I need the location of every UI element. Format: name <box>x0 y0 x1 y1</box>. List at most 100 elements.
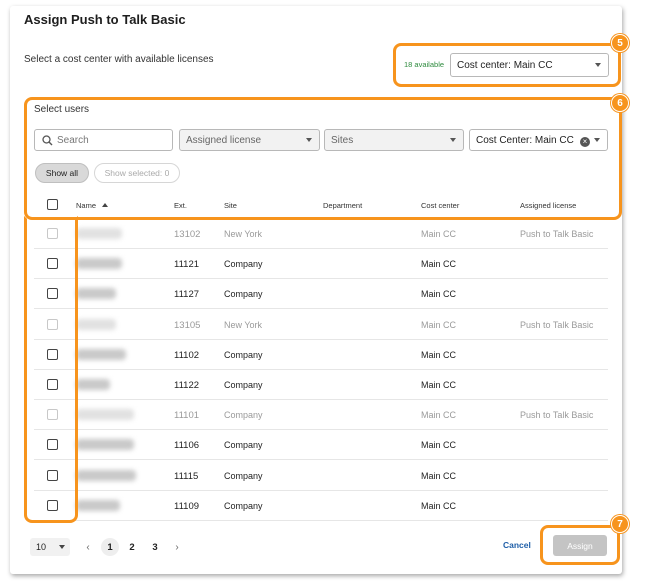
cell-cost-center: Main CC <box>421 319 457 330</box>
table-row[interactable]: 13105 New York Main CC Push to Talk Basic <box>34 310 608 340</box>
assign-button[interactable]: Assign <box>553 535 607 556</box>
row-checkbox[interactable] <box>47 258 58 270</box>
user-name-redacted <box>76 409 134 421</box>
cell-site: Company <box>224 470 263 481</box>
table-row[interactable]: 11109 Company Main CC <box>34 491 608 521</box>
cell-ext: 13105 <box>174 319 201 331</box>
cell-cost-center: Main CC <box>421 349 457 360</box>
user-name-redacted <box>76 228 122 239</box>
sort-ascending-icon <box>102 203 109 207</box>
table-row[interactable]: 11121 Company Main CC <box>34 249 608 280</box>
row-checkbox[interactable] <box>47 288 58 300</box>
cell-site: Company <box>224 440 263 451</box>
chevron-left-icon[interactable]: ‹ <box>82 538 94 556</box>
cell-cost-center: Main CC <box>421 229 457 239</box>
search-input[interactable]: Search <box>34 129 173 151</box>
row-checkbox <box>47 409 58 421</box>
column-header-name[interactable]: Name <box>76 201 109 210</box>
row-checkbox[interactable] <box>47 469 58 481</box>
table-row[interactable]: 11122 Company Main CC <box>34 370 608 400</box>
sites-filter[interactable]: Sites <box>324 129 464 151</box>
dialog-title: Assign Push to Talk Basic <box>24 12 186 27</box>
chevron-down-icon <box>59 545 65 549</box>
sites-filter-label: Sites <box>331 134 354 146</box>
table-row[interactable]: 13102 New York Main CC Push to Talk Basic <box>34 219 608 249</box>
table-row[interactable]: 11127 Company Main CC <box>34 279 608 310</box>
select-users-label: Select users <box>34 104 90 115</box>
cost-center-prompt: Select a cost center with available lice… <box>24 54 214 65</box>
user-name-redacted <box>76 439 134 451</box>
cell-ext: 13102 <box>174 229 201 240</box>
cell-cost-center: Main CC <box>421 440 457 451</box>
callout-badge-7: 7 <box>611 515 629 533</box>
row-checkbox[interactable] <box>47 348 58 360</box>
assigned-license-filter[interactable]: Assigned license <box>179 129 320 151</box>
user-name-redacted <box>76 499 120 511</box>
cell-site: Company <box>224 349 263 360</box>
row-checkbox <box>47 318 58 330</box>
row-checkbox <box>47 228 58 239</box>
cell-assigned-license: Push to Talk Basic <box>520 229 594 239</box>
cell-ext: 11121 <box>174 259 200 271</box>
cost-center-filter[interactable]: Cost Center: Main CC × <box>469 129 608 151</box>
cell-site: Company <box>224 259 263 270</box>
page-size-value: 10 <box>36 542 47 552</box>
user-name-redacted <box>76 469 136 481</box>
cost-center-select[interactable]: Cost center: Main CC <box>450 53 609 77</box>
cell-assigned-license: Push to Talk Basic <box>520 410 594 421</box>
select-all-checkbox[interactable] <box>47 199 58 210</box>
cell-cost-center: Main CC <box>421 259 457 270</box>
user-name-redacted <box>76 258 122 270</box>
cell-cost-center: Main CC <box>421 410 457 421</box>
chevron-right-icon[interactable]: › <box>171 538 183 556</box>
cell-site: New York <box>224 229 263 239</box>
cell-ext: 11102 <box>174 349 200 361</box>
page-2-button[interactable]: 2 <box>126 538 138 556</box>
cell-ext: 11101 <box>174 410 200 422</box>
cell-ext: 11106 <box>174 440 200 452</box>
column-header-department[interactable]: Department <box>323 201 362 210</box>
user-name-redacted <box>76 288 116 300</box>
table-header: Name Ext. Site Department Cost center As… <box>34 190 608 219</box>
user-name-redacted <box>76 348 126 360</box>
cell-cost-center: Main CC <box>421 289 457 300</box>
chevron-down-icon <box>306 138 312 142</box>
show-selected-button[interactable]: Show selected: 0 <box>94 163 180 183</box>
cell-assigned-license: Push to Talk Basic <box>520 319 594 330</box>
cell-site: Company <box>224 410 263 421</box>
cost-center-filter-label: Cost Center: Main CC <box>476 134 574 146</box>
column-header-assigned-license[interactable]: Assigned license <box>520 201 576 210</box>
show-all-button[interactable]: Show all <box>35 163 89 183</box>
cell-site: Company <box>224 500 263 511</box>
row-checkbox[interactable] <box>47 379 58 390</box>
callout-badge-5: 5 <box>611 34 629 52</box>
page-size-select[interactable]: 10 <box>30 538 70 556</box>
cell-site: Company <box>224 380 263 390</box>
column-header-cost-center[interactable]: Cost center <box>421 201 459 210</box>
column-header-ext[interactable]: Ext. <box>174 201 187 210</box>
search-icon <box>42 135 53 146</box>
table-row[interactable]: 11115 Company Main CC <box>34 461 608 491</box>
table-row[interactable]: 11106 Company Main CC <box>34 430 608 461</box>
assigned-license-filter-label: Assigned license <box>186 134 262 146</box>
available-count: 18 available <box>404 60 445 69</box>
chevron-down-icon <box>594 138 600 142</box>
chevron-down-icon <box>595 63 601 67</box>
page-1-button[interactable]: 1 <box>101 538 119 556</box>
column-header-site[interactable]: Site <box>224 201 237 210</box>
user-name-redacted <box>76 379 110 390</box>
cell-ext: 11115 <box>174 470 199 482</box>
table-row[interactable]: 11101 Company Main CC Push to Talk Basic <box>34 400 608 431</box>
cell-ext: 11109 <box>174 500 200 512</box>
cell-cost-center: Main CC <box>421 470 457 481</box>
row-checkbox[interactable] <box>47 439 58 451</box>
table-row[interactable]: 11102 Company Main CC <box>34 340 608 370</box>
page-3-button[interactable]: 3 <box>149 538 161 556</box>
clear-icon[interactable]: × <box>580 137 590 147</box>
cell-site: Company <box>224 289 263 300</box>
cancel-button[interactable]: Cancel <box>503 540 531 550</box>
cost-center-select-value: Cost center: Main CC <box>457 59 553 71</box>
row-checkbox[interactable] <box>47 499 58 511</box>
search-placeholder: Search <box>57 134 89 146</box>
callout-badge-6: 6 <box>611 94 629 112</box>
